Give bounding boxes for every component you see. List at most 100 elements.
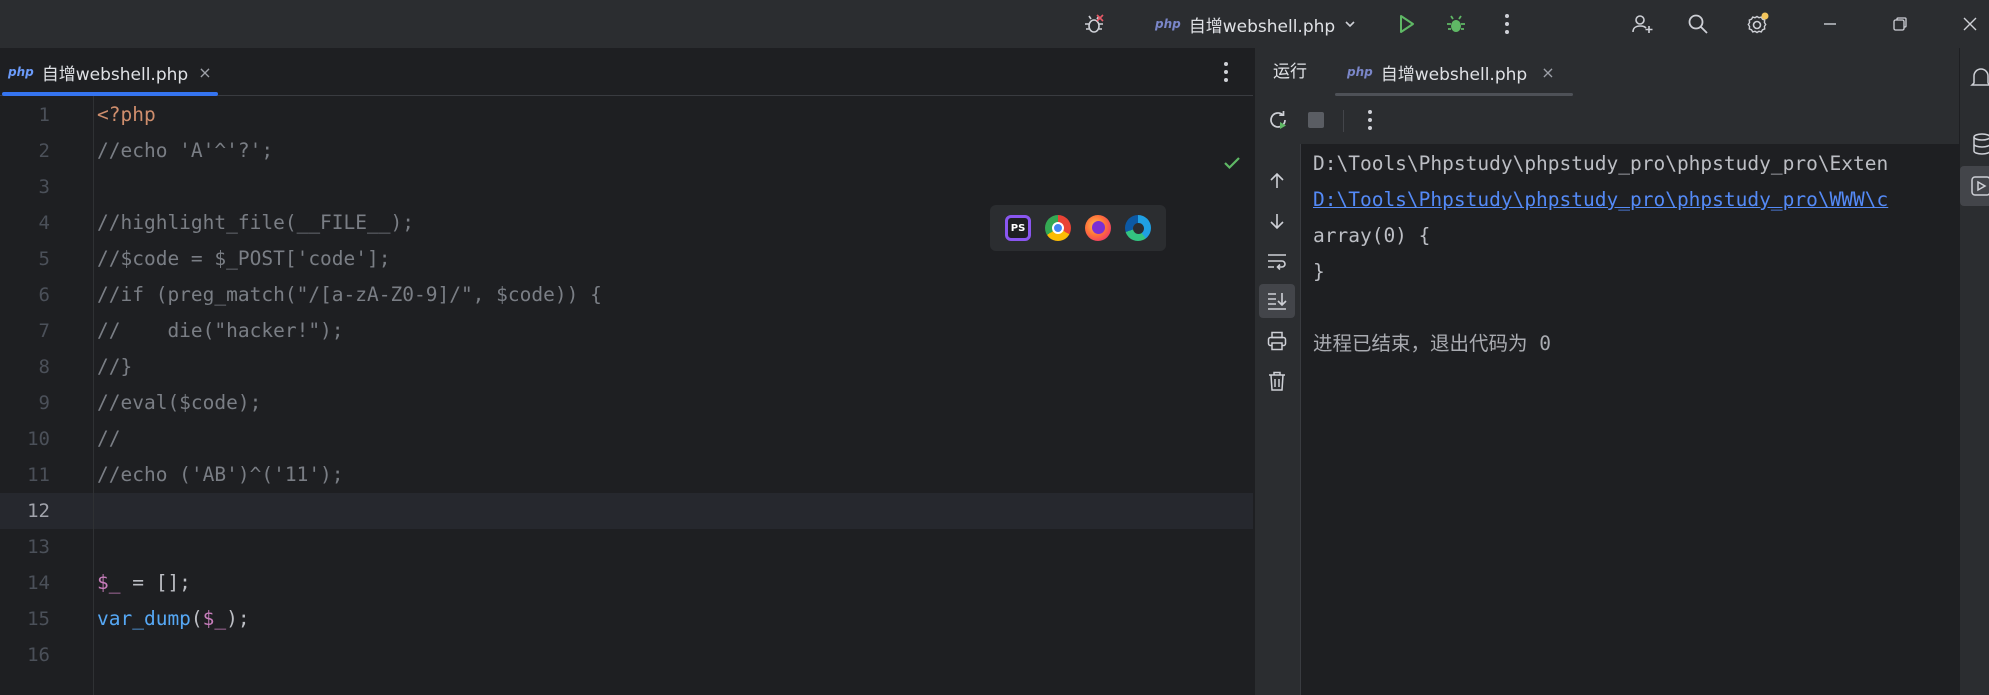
code-token: //}	[97, 355, 133, 378]
chrome-icon[interactable]	[1045, 215, 1071, 241]
run-tool-icon[interactable]	[1960, 166, 1989, 206]
code-line[interactable]: 6//if (preg_match("/[a-zA-Z0-9]/", $code…	[0, 277, 1253, 313]
code-token: // die("hacker!");	[97, 319, 344, 342]
run-icon[interactable]	[1388, 0, 1424, 48]
code-text[interactable]: //echo 'A'^'?';	[97, 133, 273, 169]
more-vertical-icon[interactable]	[1353, 96, 1387, 144]
code-token: $_	[202, 607, 227, 630]
code-token: );	[226, 607, 250, 630]
run-toolbar	[1255, 96, 1959, 144]
code-text[interactable]: //	[97, 421, 120, 457]
print-icon[interactable]	[1259, 324, 1295, 358]
console-line: }	[1313, 260, 1325, 283]
code-line[interactable]: 16	[0, 637, 1253, 673]
code-token: //	[97, 427, 121, 450]
chevron-down-icon	[1345, 21, 1355, 28]
code-text[interactable]: <?php	[97, 97, 156, 133]
close-icon[interactable]	[1950, 0, 1989, 48]
code-line[interactable]: 2//echo 'A'^'?';	[0, 133, 1253, 169]
trash-icon[interactable]	[1259, 364, 1295, 398]
code-text[interactable]: //eval($code);	[97, 385, 261, 421]
right-tool-strip	[1959, 48, 1989, 695]
code-token: $_	[97, 571, 121, 594]
run-tab-label: 自增webshell.php	[1380, 64, 1528, 85]
line-number-gutter	[0, 96, 94, 695]
code-text[interactable]: //highlight_file(__FILE__);	[97, 205, 414, 241]
no-problems-check-icon[interactable]	[1222, 153, 1242, 177]
add-user-icon[interactable]	[1624, 0, 1660, 48]
stop-icon[interactable]	[1299, 96, 1333, 144]
code-token: <?php	[97, 103, 156, 126]
code-area[interactable]: 1 <?php 2//echo 'A'^'?'; 3 4//highlight_file…	[0, 96, 1253, 695]
console-side-toolbar	[1255, 144, 1301, 695]
code-token: (	[190, 607, 203, 630]
notifications-icon[interactable]	[1960, 58, 1989, 98]
more-vertical-icon[interactable]	[1492, 0, 1522, 48]
code-token: //$code = $_POST['code'];	[97, 247, 391, 270]
code-text[interactable]: //echo ('AB')^('11');	[97, 457, 344, 493]
code-line[interactable]: 3	[0, 169, 1253, 205]
code-line[interactable]: 11//echo ('AB')^('11');	[0, 457, 1253, 493]
editor-tab-webshell[interactable]: php 自增webshell.php ×	[0, 48, 218, 96]
code-text[interactable]: $_ = [];	[97, 565, 191, 601]
code-text[interactable]: // die("hacker!");	[97, 313, 344, 349]
php-file-icon: php	[1155, 17, 1181, 31]
run-tool-window: 运行 php 自增webshell.php × D:\Tools\Phpstud…	[1255, 48, 1959, 695]
php-file-icon: php	[8, 65, 34, 79]
process-exit-message: 进程已结束，退出代码为 0	[1313, 332, 1551, 355]
run-configuration-name: 自增webshell.php	[1188, 16, 1336, 37]
console-line: D:\Tools\Phpstudy\phpstudy_pro\phpstudy_…	[1313, 152, 1889, 175]
code-line[interactable]: 14 $_ = [];	[0, 565, 1253, 601]
database-icon[interactable]	[1960, 124, 1989, 164]
code-text[interactable]: var_dump($_);	[97, 601, 250, 637]
restore-icon[interactable]	[1880, 0, 1920, 48]
code-token: //echo ('AB')^('11');	[97, 463, 344, 486]
minimize-icon[interactable]	[1810, 0, 1850, 48]
editor-tab-label: 自增webshell.php	[41, 64, 189, 85]
open-in-browser-popup: PS	[990, 205, 1166, 251]
code-line[interactable]: 13	[0, 529, 1253, 565]
tab-close-icon[interactable]: ×	[1541, 63, 1554, 82]
console-file-link[interactable]: D:\Tools\Phpstudy\phpstudy_pro\phpstudy_…	[1313, 182, 1888, 218]
rerun-icon[interactable]	[1261, 96, 1295, 144]
code-line[interactable]: 12	[0, 493, 1253, 529]
code-text[interactable]: //if (preg_match("/[a-zA-Z0-9]/", $code)…	[97, 277, 602, 313]
title-bar: php 自增webshell.php	[0, 0, 1989, 48]
tab-close-icon[interactable]: ×	[198, 63, 211, 82]
code-token: //highlight_file(__FILE__);	[97, 211, 414, 234]
code-token: //echo 'A'^'?';	[97, 139, 274, 162]
code-token: var_dump	[97, 607, 191, 630]
toolbar-separator	[1343, 110, 1344, 132]
soft-wrap-icon[interactable]	[1259, 244, 1295, 278]
run-tab-webshell[interactable]: php 自增webshell.php ×	[1335, 48, 1573, 96]
edge-icon[interactable]	[1125, 215, 1151, 241]
code-line[interactable]: 9//eval($code);	[0, 385, 1253, 421]
search-icon[interactable]	[1680, 0, 1716, 48]
phpstorm-icon[interactable]: PS	[1005, 215, 1031, 241]
code-line[interactable]: 7// die("hacker!");	[0, 313, 1253, 349]
code-text[interactable]: //$code = $_POST['code'];	[97, 241, 391, 277]
console-output[interactable]: D:\Tools\Phpstudy\phpstudy_pro\phpstudy_…	[1301, 144, 1959, 695]
scroll-to-end-icon[interactable]	[1259, 284, 1295, 318]
debug-icon[interactable]	[1438, 0, 1474, 48]
code-token: //eval($code);	[97, 391, 262, 414]
code-token: //if (preg_match("/[a-zA-Z0-9]/", $code)…	[97, 283, 602, 306]
run-tool-window-header: 运行 php 自增webshell.php ×	[1255, 48, 1959, 96]
code-text[interactable]: //}	[97, 349, 132, 385]
code-line[interactable]: 10//	[0, 421, 1253, 457]
code-line[interactable]: 8//}	[0, 349, 1253, 385]
code-line[interactable]: 1 <?php	[0, 97, 1253, 133]
run-configuration-selector[interactable]: php 自增webshell.php	[1155, 0, 1370, 48]
php-file-icon: php	[1347, 65, 1373, 79]
code-editor: php 自增webshell.php × 1 <?php 2//echo 'A'^'…	[0, 48, 1253, 695]
firefox-icon[interactable]	[1085, 215, 1111, 241]
bug-icon[interactable]	[1077, 0, 1111, 48]
phpstorm-label: PS	[1010, 222, 1026, 234]
code-line[interactable]: 15 var_dump($_);	[0, 601, 1253, 637]
settings-icon[interactable]	[1740, 0, 1776, 48]
console-line: array(0) {	[1313, 224, 1431, 247]
editor-tab-bar: php 自增webshell.php ×	[0, 48, 1253, 96]
arrow-down-icon[interactable]	[1259, 204, 1295, 238]
more-vertical-icon[interactable]	[1211, 48, 1241, 96]
arrow-up-icon[interactable]	[1259, 164, 1295, 198]
